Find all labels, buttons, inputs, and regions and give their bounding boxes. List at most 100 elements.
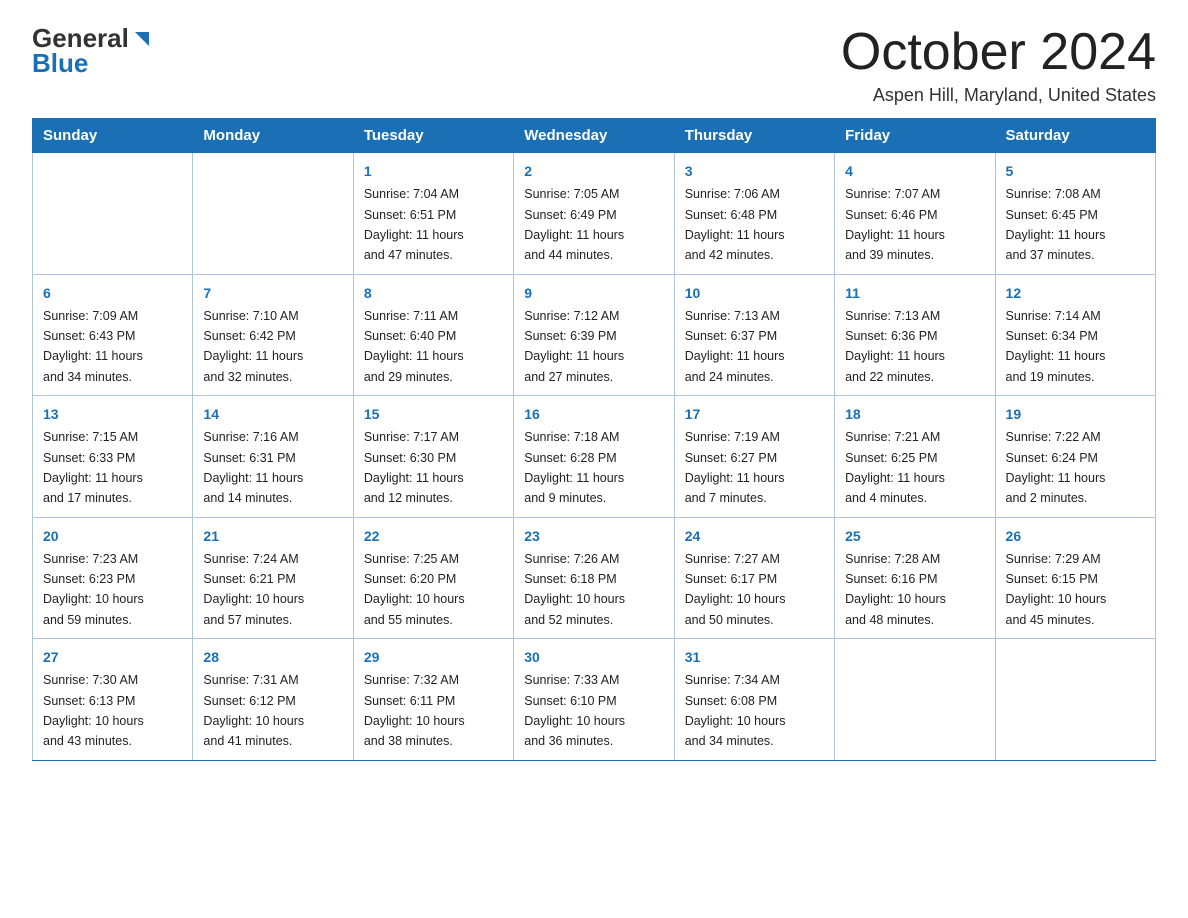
calendar-cell: 16Sunrise: 7:18 AM Sunset: 6:28 PM Dayli… — [514, 396, 674, 518]
calendar-week-row: 27 Sunrise: 7:30 AM Sunset: 6:13 PM Dayli… — [33, 639, 1156, 761]
day-number: 20 — [43, 526, 182, 547]
day-info: Sunrise: 7:19 AM Sunset: 6:27 PM Dayligh… — [685, 430, 785, 505]
calendar-cell: 5Sunrise: 7:08 AM Sunset: 6:45 PM Daylig… — [995, 153, 1155, 275]
day-number: 21 — [203, 526, 342, 547]
calendar-header-saturday: Saturday — [995, 119, 1155, 153]
day-info: Sunrise: 7:12 AM Sunset: 6:39 PM Dayligh… — [524, 309, 624, 384]
calendar-header-friday: Friday — [835, 119, 995, 153]
calendar-cell: 1 Sunrise: 7:04 AM Sunset: 6:51 PM Daylig… — [353, 153, 513, 275]
logo-blue-text: Blue — [32, 49, 88, 78]
calendar-cell: 3 Sunrise: 7:06 AM Sunset: 6:48 PM Daylig… — [674, 153, 834, 275]
calendar-header-wednesday: Wednesday — [514, 119, 674, 153]
day-info: Sunrise: 7:04 AM Sunset: 6:51 PM Dayligh… — [364, 187, 464, 262]
calendar-cell: 29 Sunrise: 7:32 AM Sunset: 6:11 PM Dayli… — [353, 639, 513, 761]
day-number: 7 — [203, 283, 342, 304]
day-info: Sunrise: 7:21 AM Sunset: 6:25 PM Dayligh… — [845, 430, 945, 505]
calendar-cell: 25 Sunrise: 7:28 AM Sunset: 6:16 PM Dayli… — [835, 517, 995, 639]
location-subtitle: Aspen Hill, Maryland, United States — [841, 85, 1156, 106]
day-info: Sunrise: 7:14 AM Sunset: 6:34 PM Dayligh… — [1006, 309, 1106, 384]
day-info: Sunrise: 7:34 AM Sunset: 6:08 PM Dayligh… — [685, 673, 786, 748]
day-info: Sunrise: 7:07 AM Sunset: 6:46 PM Dayligh… — [845, 187, 945, 262]
day-number: 11 — [845, 283, 984, 304]
calendar-cell: 27 Sunrise: 7:30 AM Sunset: 6:13 PM Dayli… — [33, 639, 193, 761]
calendar-cell: 6 Sunrise: 7:09 AM Sunset: 6:43 PM Daylig… — [33, 274, 193, 396]
day-number: 1 — [364, 161, 503, 182]
day-info: Sunrise: 7:05 AM Sunset: 6:49 PM Dayligh… — [524, 187, 624, 262]
calendar-cell — [33, 153, 193, 275]
calendar-cell: 22Sunrise: 7:25 AM Sunset: 6:20 PM Dayli… — [353, 517, 513, 639]
day-number: 15 — [364, 404, 503, 425]
calendar-header-row: SundayMondayTuesdayWednesdayThursdayFrid… — [33, 119, 1156, 153]
month-title: October 2024 — [841, 24, 1156, 81]
day-info: Sunrise: 7:13 AM Sunset: 6:37 PM Dayligh… — [685, 309, 785, 384]
day-info: Sunrise: 7:10 AM Sunset: 6:42 PM Dayligh… — [203, 309, 303, 384]
day-number: 3 — [685, 161, 824, 182]
day-number: 4 — [845, 161, 984, 182]
calendar-header-monday: Monday — [193, 119, 353, 153]
day-number: 2 — [524, 161, 663, 182]
day-number: 17 — [685, 404, 824, 425]
day-info: Sunrise: 7:15 AM Sunset: 6:33 PM Dayligh… — [43, 430, 143, 505]
day-number: 28 — [203, 647, 342, 668]
day-number: 12 — [1006, 283, 1145, 304]
calendar-week-row: 6 Sunrise: 7:09 AM Sunset: 6:43 PM Daylig… — [33, 274, 1156, 396]
calendar-cell — [193, 153, 353, 275]
day-number: 19 — [1006, 404, 1145, 425]
day-number: 27 — [43, 647, 182, 668]
logo: General Blue — [32, 24, 153, 77]
calendar-cell: 2 Sunrise: 7:05 AM Sunset: 6:49 PM Daylig… — [514, 153, 674, 275]
day-number: 26 — [1006, 526, 1145, 547]
day-info: Sunrise: 7:06 AM Sunset: 6:48 PM Dayligh… — [685, 187, 785, 262]
calendar-cell: 19Sunrise: 7:22 AM Sunset: 6:24 PM Dayli… — [995, 396, 1155, 518]
calendar-cell: 14 Sunrise: 7:16 AM Sunset: 6:31 PM Dayli… — [193, 396, 353, 518]
day-info: Sunrise: 7:32 AM Sunset: 6:11 PM Dayligh… — [364, 673, 465, 748]
calendar-cell — [835, 639, 995, 761]
calendar-cell: 24Sunrise: 7:27 AM Sunset: 6:17 PM Dayli… — [674, 517, 834, 639]
calendar-cell: 17 Sunrise: 7:19 AM Sunset: 6:27 PM Dayli… — [674, 396, 834, 518]
calendar-cell: 8 Sunrise: 7:11 AM Sunset: 6:40 PM Daylig… — [353, 274, 513, 396]
day-info: Sunrise: 7:30 AM Sunset: 6:13 PM Dayligh… — [43, 673, 144, 748]
day-number: 6 — [43, 283, 182, 304]
day-number: 5 — [1006, 161, 1145, 182]
day-info: Sunrise: 7:28 AM Sunset: 6:16 PM Dayligh… — [845, 552, 946, 627]
day-number: 23 — [524, 526, 663, 547]
day-number: 10 — [685, 283, 824, 304]
calendar-cell: 23Sunrise: 7:26 AM Sunset: 6:18 PM Dayli… — [514, 517, 674, 639]
day-number: 29 — [364, 647, 503, 668]
calendar-cell: 12 Sunrise: 7:14 AM Sunset: 6:34 PM Dayli… — [995, 274, 1155, 396]
day-number: 31 — [685, 647, 824, 668]
calendar-header-sunday: Sunday — [33, 119, 193, 153]
calendar-cell — [995, 639, 1155, 761]
day-info: Sunrise: 7:29 AM Sunset: 6:15 PM Dayligh… — [1006, 552, 1107, 627]
calendar-cell: 18 Sunrise: 7:21 AM Sunset: 6:25 PM Dayli… — [835, 396, 995, 518]
calendar-cell: 11Sunrise: 7:13 AM Sunset: 6:36 PM Dayli… — [835, 274, 995, 396]
calendar-cell: 15Sunrise: 7:17 AM Sunset: 6:30 PM Dayli… — [353, 396, 513, 518]
day-info: Sunrise: 7:31 AM Sunset: 6:12 PM Dayligh… — [203, 673, 304, 748]
day-info: Sunrise: 7:24 AM Sunset: 6:21 PM Dayligh… — [203, 552, 304, 627]
calendar-table: SundayMondayTuesdayWednesdayThursdayFrid… — [32, 118, 1156, 761]
day-number: 25 — [845, 526, 984, 547]
calendar-cell: 7 Sunrise: 7:10 AM Sunset: 6:42 PM Daylig… — [193, 274, 353, 396]
calendar-cell: 21 Sunrise: 7:24 AM Sunset: 6:21 PM Dayli… — [193, 517, 353, 639]
day-info: Sunrise: 7:16 AM Sunset: 6:31 PM Dayligh… — [203, 430, 303, 505]
calendar-week-row: 20Sunrise: 7:23 AM Sunset: 6:23 PM Dayli… — [33, 517, 1156, 639]
calendar-cell: 30Sunrise: 7:33 AM Sunset: 6:10 PM Dayli… — [514, 639, 674, 761]
calendar-week-row: 1 Sunrise: 7:04 AM Sunset: 6:51 PM Daylig… — [33, 153, 1156, 275]
calendar-cell: 31 Sunrise: 7:34 AM Sunset: 6:08 PM Dayli… — [674, 639, 834, 761]
day-number: 14 — [203, 404, 342, 425]
day-info: Sunrise: 7:11 AM Sunset: 6:40 PM Dayligh… — [364, 309, 464, 384]
day-number: 8 — [364, 283, 503, 304]
day-info: Sunrise: 7:09 AM Sunset: 6:43 PM Dayligh… — [43, 309, 143, 384]
calendar-header-thursday: Thursday — [674, 119, 834, 153]
day-info: Sunrise: 7:33 AM Sunset: 6:10 PM Dayligh… — [524, 673, 625, 748]
day-info: Sunrise: 7:18 AM Sunset: 6:28 PM Dayligh… — [524, 430, 624, 505]
day-number: 18 — [845, 404, 984, 425]
day-number: 13 — [43, 404, 182, 425]
logo-triangle-icon — [131, 28, 153, 50]
calendar-cell: 13 Sunrise: 7:15 AM Sunset: 6:33 PM Dayli… — [33, 396, 193, 518]
calendar-week-row: 13 Sunrise: 7:15 AM Sunset: 6:33 PM Dayli… — [33, 396, 1156, 518]
day-info: Sunrise: 7:27 AM Sunset: 6:17 PM Dayligh… — [685, 552, 786, 627]
calendar-cell: 28 Sunrise: 7:31 AM Sunset: 6:12 PM Dayli… — [193, 639, 353, 761]
calendar-cell: 26 Sunrise: 7:29 AM Sunset: 6:15 PM Dayli… — [995, 517, 1155, 639]
calendar-cell: 9Sunrise: 7:12 AM Sunset: 6:39 PM Daylig… — [514, 274, 674, 396]
